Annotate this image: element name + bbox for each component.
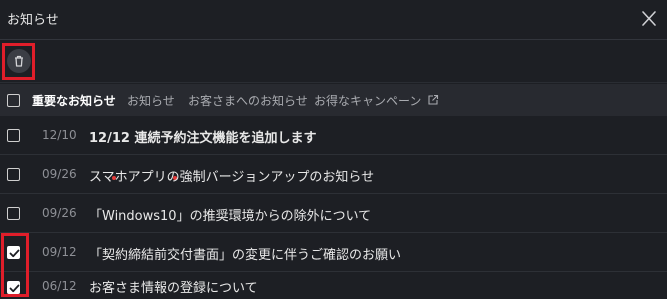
notice-subject[interactable]: 12/12 連続予約注文機能を追加します xyxy=(89,127,316,146)
trash-icon xyxy=(15,55,23,67)
notice-subject[interactable]: お客さま情報の登録について xyxy=(89,277,258,296)
notifications-panel: お知らせ 重要なお知らせ お知らせ お客さまへのお知らせ お得なキャンペーン 1… xyxy=(0,0,667,299)
notice-subject[interactable]: スマホアプリの強制バージョンアップのお知らせ xyxy=(89,166,374,185)
notice-date: 12/10 xyxy=(42,128,77,142)
notice-date: 09/26 xyxy=(42,206,77,220)
notice-row[interactable]: 09/12 「契約締結前交付書面」の変更に伴うご確認のお願い xyxy=(0,234,667,272)
tab-campaigns-label: お得なキャンペーン xyxy=(314,94,422,108)
panel-title: お知らせ xyxy=(7,13,59,28)
panel-header: お知らせ xyxy=(0,0,667,40)
notice-subject[interactable]: 「契約締結前交付書面」の変更に伴うご確認のお願い xyxy=(89,244,401,263)
tab-customer-notices-label: お客さまへのお知らせ xyxy=(188,94,308,108)
select-all-checkbox[interactable] xyxy=(7,94,20,107)
toolbar xyxy=(0,41,667,83)
notice-checkbox[interactable] xyxy=(7,129,20,142)
close-icon xyxy=(642,11,656,26)
notice-date: 06/12 xyxy=(42,279,77,293)
notice-checkbox[interactable] xyxy=(7,207,20,220)
notice-date: 09/12 xyxy=(42,245,77,259)
tab-important-label: 重要なお知らせ xyxy=(32,94,116,108)
notice-checkbox[interactable] xyxy=(7,168,20,181)
close-button[interactable] xyxy=(636,6,662,32)
tab-important[interactable]: 重要なお知らせ xyxy=(32,92,116,109)
tab-customer-notices[interactable]: お客さまへのお知らせ xyxy=(188,92,308,109)
tab-notices[interactable]: お知らせ xyxy=(127,92,175,109)
notice-row[interactable]: 12/10 12/12 連続予約注文機能を追加します xyxy=(0,117,667,155)
external-link-icon xyxy=(428,94,439,105)
notice-row[interactable]: 09/26 「Windows10」の推奨環境からの除外について xyxy=(0,195,667,233)
notice-subject[interactable]: 「Windows10」の推奨環境からの除外について xyxy=(89,205,371,224)
tab-campaigns[interactable]: お得なキャンペーン xyxy=(314,92,439,109)
tab-bar: 重要なお知らせ お知らせ お客さまへのお知らせ お得なキャンペーン xyxy=(0,84,667,180)
tab-notices-label: お知らせ xyxy=(127,94,175,108)
notice-date: 09/26 xyxy=(42,167,77,181)
checked-items-highlight xyxy=(1,233,29,297)
notice-row[interactable]: 06/12 お客さま情報の登録について xyxy=(0,273,667,299)
notice-row[interactable]: 09/26 スマホアプリの強制バージョンアップのお知らせ xyxy=(0,156,667,194)
delete-button[interactable] xyxy=(7,49,31,73)
